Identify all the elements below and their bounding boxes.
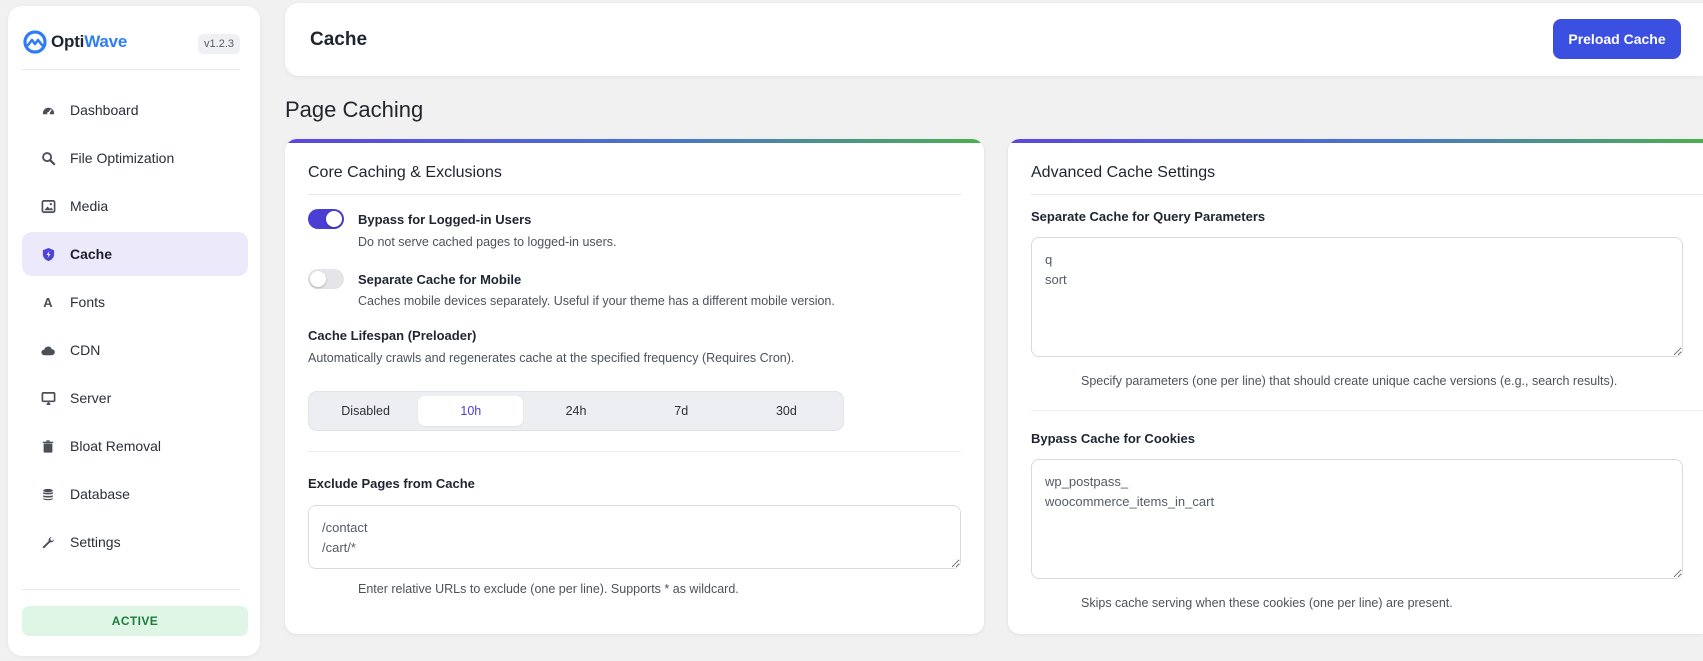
help-text: Specify parameters (one per line) that s… <box>1081 374 1618 388</box>
trash-icon <box>40 438 56 454</box>
top-header: Cache Preload Cache <box>285 3 1703 76</box>
sidebar-item-label: Dashboard <box>70 102 139 118</box>
page-title: Page Caching <box>285 97 424 122</box>
status-badge: ACTIVE <box>22 606 248 636</box>
sidebar-item-label: Settings <box>70 534 121 550</box>
cookies-textarea[interactable]: wp_postpass_ woocommerce_items_in_cart <box>1031 459 1683 579</box>
divider <box>22 69 240 70</box>
sidebar-item-label: Fonts <box>70 294 106 310</box>
lifespan-option-24h[interactable]: 24h <box>523 396 628 426</box>
exclude-label: Exclude Pages from Cache <box>308 476 475 491</box>
lifespan-option-30d[interactable]: 30d <box>734 396 839 426</box>
sidebar-item-dashboard[interactable]: Dashboard <box>22 88 248 132</box>
sidebar-nav: Dashboard File Optimization Media Cache … <box>22 88 248 568</box>
preload-cache-button[interactable]: Preload Cache <box>1553 19 1681 59</box>
sidebar-item-server[interactable]: Server <box>22 376 248 420</box>
database-icon <box>40 486 56 502</box>
sidebar-item-label: Server <box>70 390 112 406</box>
lifespan-option-10h[interactable]: 10h <box>418 396 524 426</box>
sidebar-item-cache[interactable]: Cache <box>22 232 248 276</box>
sidebar-item-file-optimization[interactable]: File Optimization <box>22 136 248 180</box>
shield-bolt-icon <box>40 246 56 262</box>
exclude-pages-textarea[interactable]: /contact /cart/* <box>308 505 961 569</box>
font-icon: A <box>43 294 53 310</box>
optiwave-logo-icon <box>23 30 47 54</box>
sidebar-item-cdn[interactable]: CDN <box>22 328 248 372</box>
help-text: Do not serve cached pages to logged-in u… <box>358 235 617 249</box>
advanced-cache-card: Advanced Cache Settings Separate Cache f… <box>1008 139 1703 634</box>
wrench-icon <box>40 534 56 550</box>
sidebar-item-label: Cache <box>70 246 113 262</box>
dashboard-icon <box>40 102 56 118</box>
query-params-label: Separate Cache for Query Parameters <box>1031 209 1266 224</box>
image-icon <box>40 198 56 214</box>
sidebar-item-settings[interactable]: Settings <box>22 520 248 564</box>
brand-name: OptiWave <box>51 32 128 51</box>
card-title: Advanced Cache Settings <box>1031 164 1216 181</box>
sidebar-item-label: File Optimization <box>70 150 175 166</box>
monitor-icon <box>40 390 56 406</box>
core-caching-card: Core Caching & Exclusions Bypass for Log… <box>285 139 984 634</box>
help-text: Enter relative URLs to exclude (one per … <box>358 582 739 596</box>
divider <box>308 194 961 195</box>
sidebar-item-bloat-removal[interactable]: Bloat Removal <box>22 424 248 468</box>
sidebar-item-fonts[interactable]: A Fonts <box>22 280 248 324</box>
cookies-label: Bypass Cache for Cookies <box>1031 431 1196 446</box>
separate-mobile-row: Separate Cache for Mobile <box>308 269 521 289</box>
search-icon <box>40 150 56 166</box>
header-title: Cache <box>310 29 368 50</box>
lifespan-option-7d[interactable]: 7d <box>629 396 734 426</box>
sidebar-item-database[interactable]: Database <box>22 472 248 516</box>
toggle-knob <box>310 271 326 287</box>
bypass-logged-in-toggle[interactable] <box>308 209 344 229</box>
help-text: Skips cache serving when these cookies (… <box>1081 596 1453 610</box>
sidebar-item-label: CDN <box>70 342 101 358</box>
toggle-label: Bypass for Logged-in Users <box>358 211 532 227</box>
sidebar: OptiWave v1.2.3 Dashboard File Optimizat… <box>8 6 260 656</box>
sidebar-item-label: Bloat Removal <box>70 438 162 454</box>
version-badge: v1.2.3 <box>198 34 240 54</box>
divider <box>1031 194 1703 195</box>
lifespan-option-disabled[interactable]: Disabled <box>313 396 418 426</box>
divider <box>22 589 240 590</box>
lifespan-label: Cache Lifespan (Preloader) <box>308 328 477 343</box>
toggle-label: Separate Cache for Mobile <box>358 271 522 287</box>
toggle-knob <box>326 211 342 227</box>
sidebar-item-label: Media <box>70 198 109 214</box>
help-text: Automatically crawls and regenerates cac… <box>308 351 795 365</box>
lifespan-segmented-control: Disabled 10h 24h 7d 30d <box>308 391 844 431</box>
divider <box>1031 410 1703 411</box>
help-text: Caches mobile devices separately. Useful… <box>358 294 835 308</box>
cloud-icon <box>40 342 56 358</box>
sidebar-item-media[interactable]: Media <box>22 184 248 228</box>
sidebar-item-label: Database <box>70 486 130 502</box>
divider <box>308 451 961 452</box>
query-params-textarea[interactable]: q sort <box>1031 237 1683 357</box>
bypass-logged-in-row: Bypass for Logged-in Users <box>308 209 531 229</box>
separate-mobile-toggle[interactable] <box>308 269 344 289</box>
card-title: Core Caching & Exclusions <box>308 164 502 181</box>
